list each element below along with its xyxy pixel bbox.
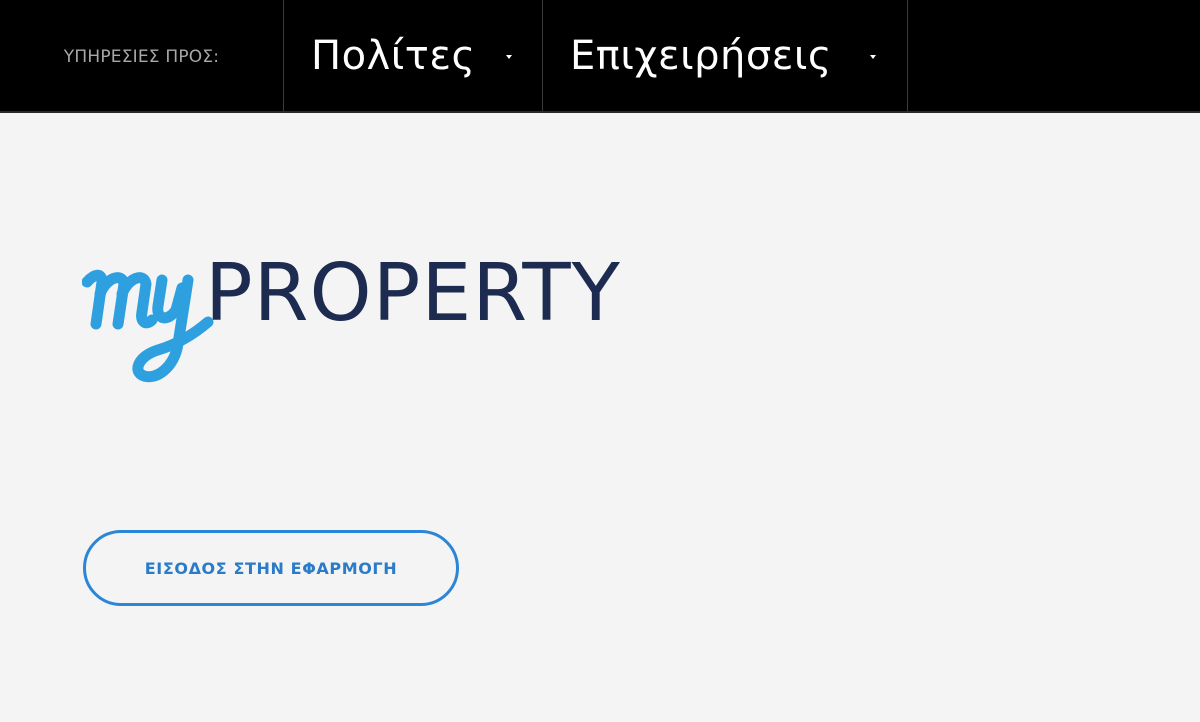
- top-navigation-bar: ΥΠΗΡΕΣΙΕΣ ΠΡΟΣ: Πολίτες Επιχειρήσεις: [0, 0, 1200, 113]
- services-for-label: ΥΠΗΡΕΣΙΕΣ ΠΡΟΣ:: [63, 46, 220, 67]
- caret-down-icon: [506, 55, 512, 59]
- nav-businesses-dropdown[interactable]: Επιχειρήσεις: [542, 0, 908, 111]
- nav-citizens-dropdown[interactable]: Πολίτες: [283, 0, 542, 111]
- myproperty-logo: PROPERTY: [82, 248, 622, 388]
- nav-citizens-label: Πολίτες: [311, 32, 476, 79]
- logo-my-script: [82, 269, 214, 383]
- caret-down-icon: [870, 55, 876, 59]
- nav-businesses-label: Επιχειρήσεις: [570, 32, 832, 79]
- enter-application-button[interactable]: ΕΙΣΟΔΟΣ ΣΤΗΝ ΕΦΑΡΜΟΓΗ: [83, 530, 459, 606]
- logo-property-text: PROPERTY: [205, 247, 621, 339]
